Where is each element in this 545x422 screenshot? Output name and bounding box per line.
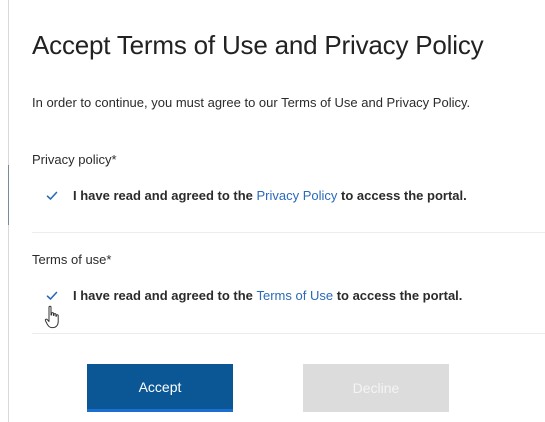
privacy-policy-prefix: I have read and agreed to the xyxy=(73,188,257,203)
terms-dialog: Accept Terms of Use and Privacy Policy I… xyxy=(32,0,545,422)
decline-button[interactable]: Decline xyxy=(303,364,449,412)
terms-of-use-link[interactable]: Terms of Use xyxy=(257,288,334,303)
terms-of-use-suffix: to access the portal. xyxy=(333,288,463,303)
accept-button[interactable]: Accept xyxy=(87,364,233,412)
privacy-policy-checkbox-label: I have read and agreed to the Privacy Po… xyxy=(73,188,467,203)
dialog-title: Accept Terms of Use and Privacy Policy xyxy=(32,30,484,60)
checkmark-icon xyxy=(46,191,57,200)
section-divider xyxy=(32,232,545,233)
privacy-policy-checkbox[interactable] xyxy=(44,188,59,203)
checkmark-icon xyxy=(46,291,57,300)
terms-of-use-checkbox[interactable] xyxy=(44,288,59,303)
terms-of-use-prefix: I have read and agreed to the xyxy=(73,288,257,303)
terms-of-use-label: Terms of use* xyxy=(32,252,112,267)
section-divider xyxy=(32,333,545,334)
privacy-policy-label: Privacy policy* xyxy=(32,152,117,167)
terms-of-use-checkbox-label: I have read and agreed to the Terms of U… xyxy=(73,288,462,303)
privacy-policy-link[interactable]: Privacy Policy xyxy=(257,188,338,203)
hand-pointer-icon xyxy=(44,305,62,336)
left-scroll-indicator xyxy=(8,165,9,225)
privacy-policy-suffix: to access the portal. xyxy=(337,188,467,203)
privacy-policy-checkbox-row[interactable]: I have read and agreed to the Privacy Po… xyxy=(44,188,467,203)
terms-of-use-checkbox-row[interactable]: I have read and agreed to the Terms of U… xyxy=(44,288,462,303)
dialog-intro-text: In order to continue, you must agree to … xyxy=(32,95,471,110)
